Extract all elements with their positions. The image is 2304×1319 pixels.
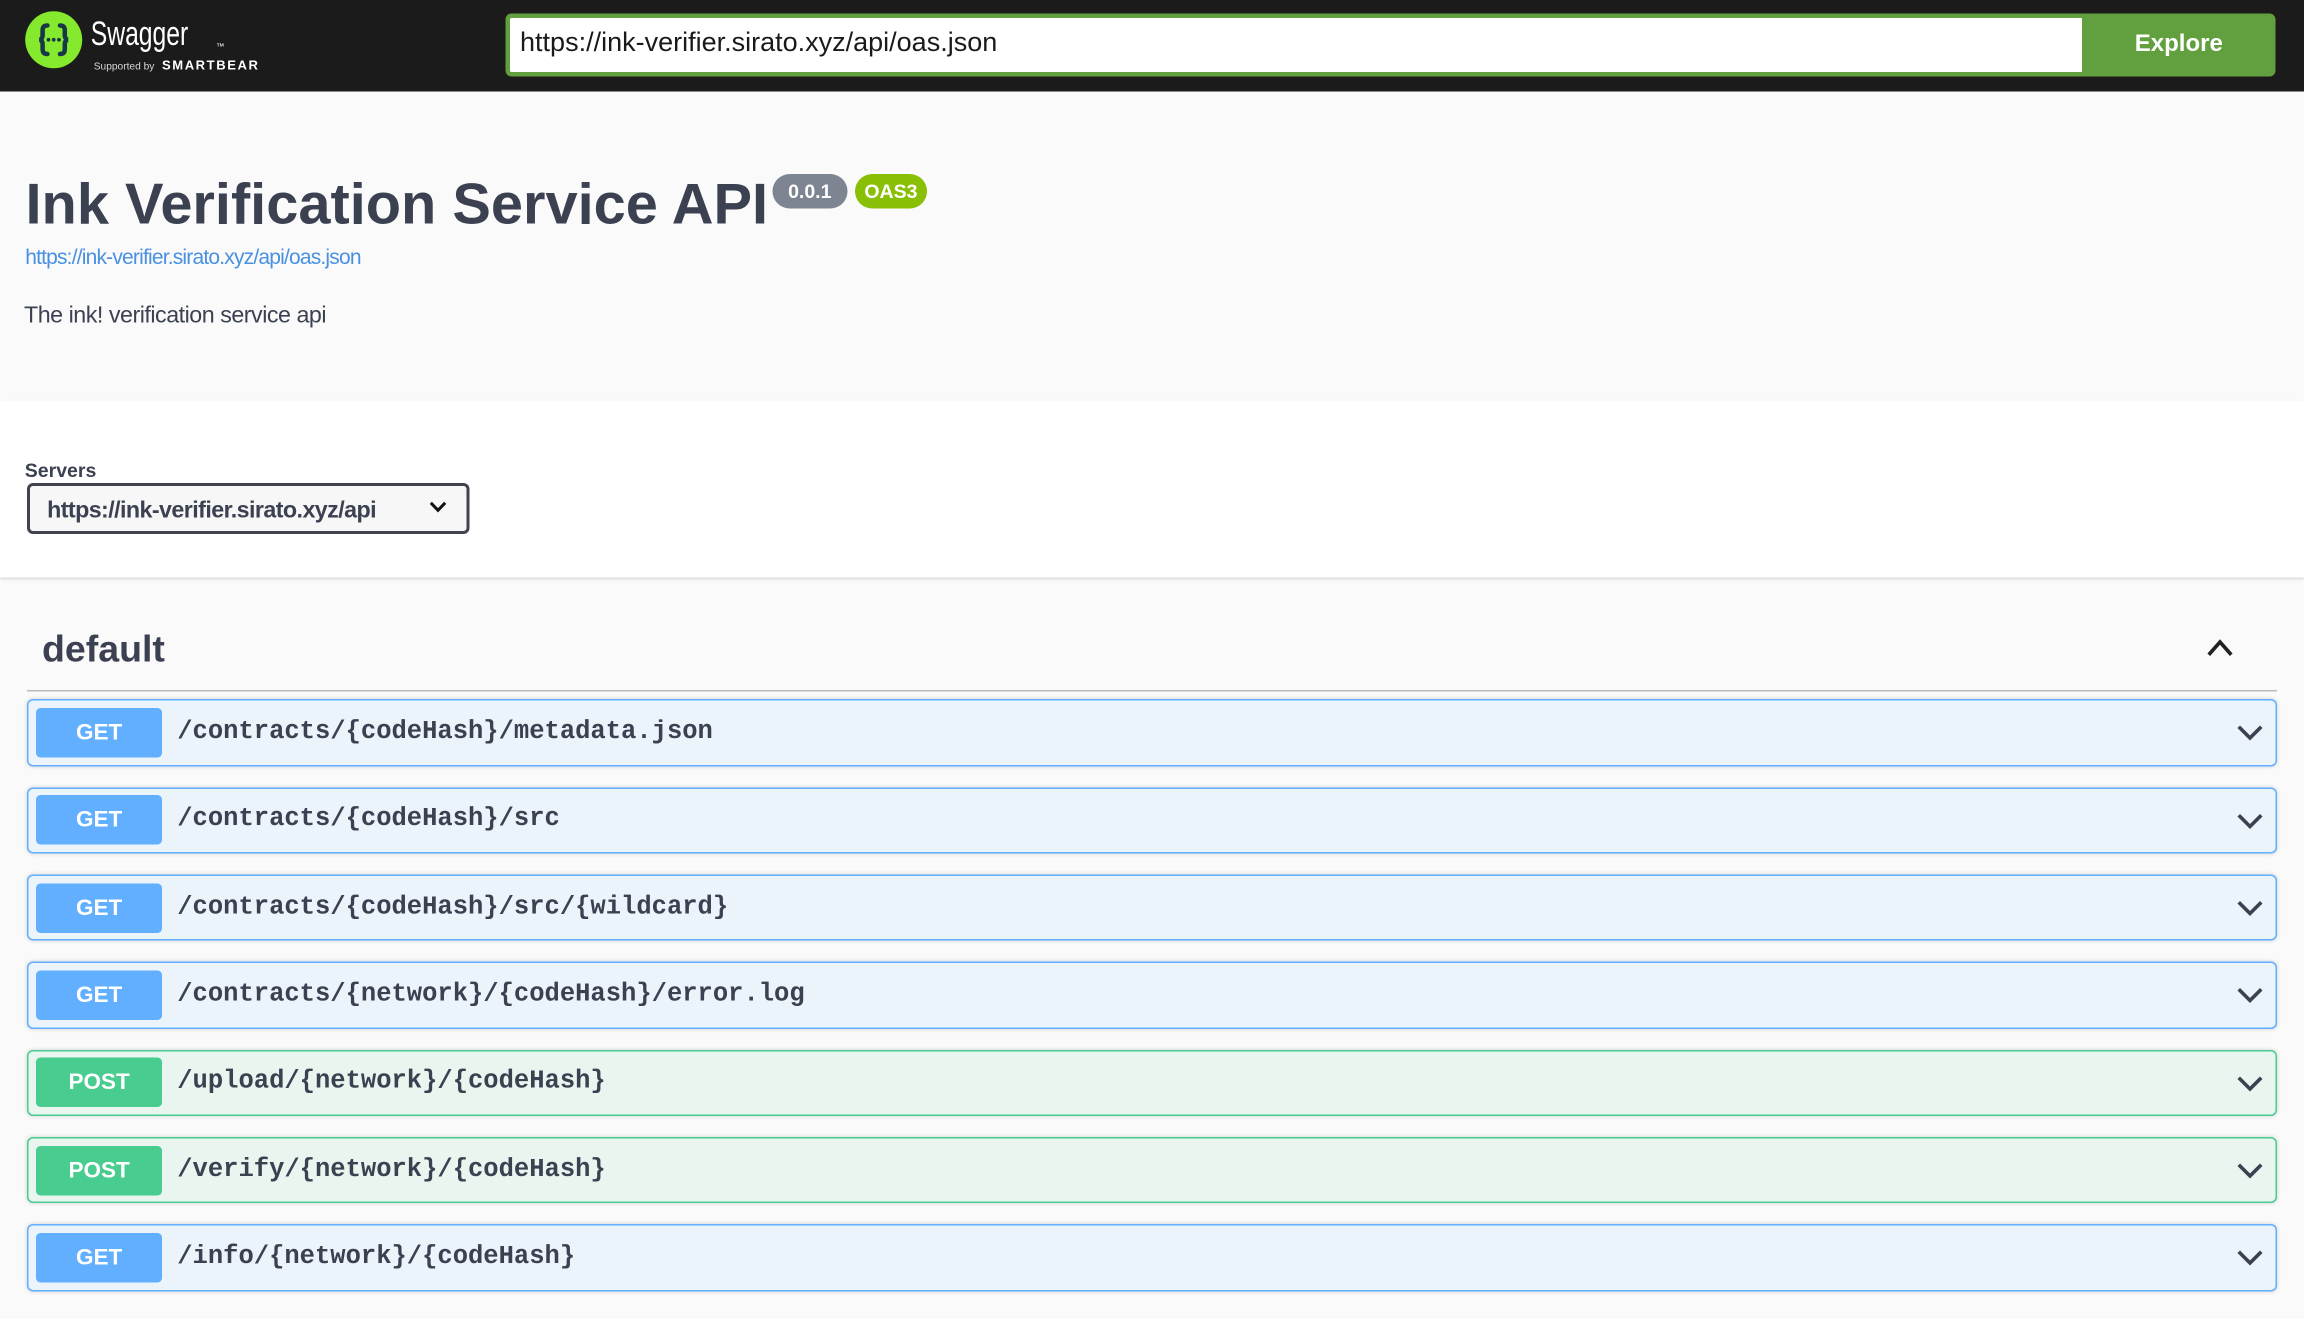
svg-text:Supported by: Supported by (94, 61, 156, 72)
svg-text:Swagger: Swagger (91, 15, 189, 53)
svg-text:™: ™ (216, 42, 224, 51)
svg-text:SMARTBEAR: SMARTBEAR (162, 57, 259, 72)
